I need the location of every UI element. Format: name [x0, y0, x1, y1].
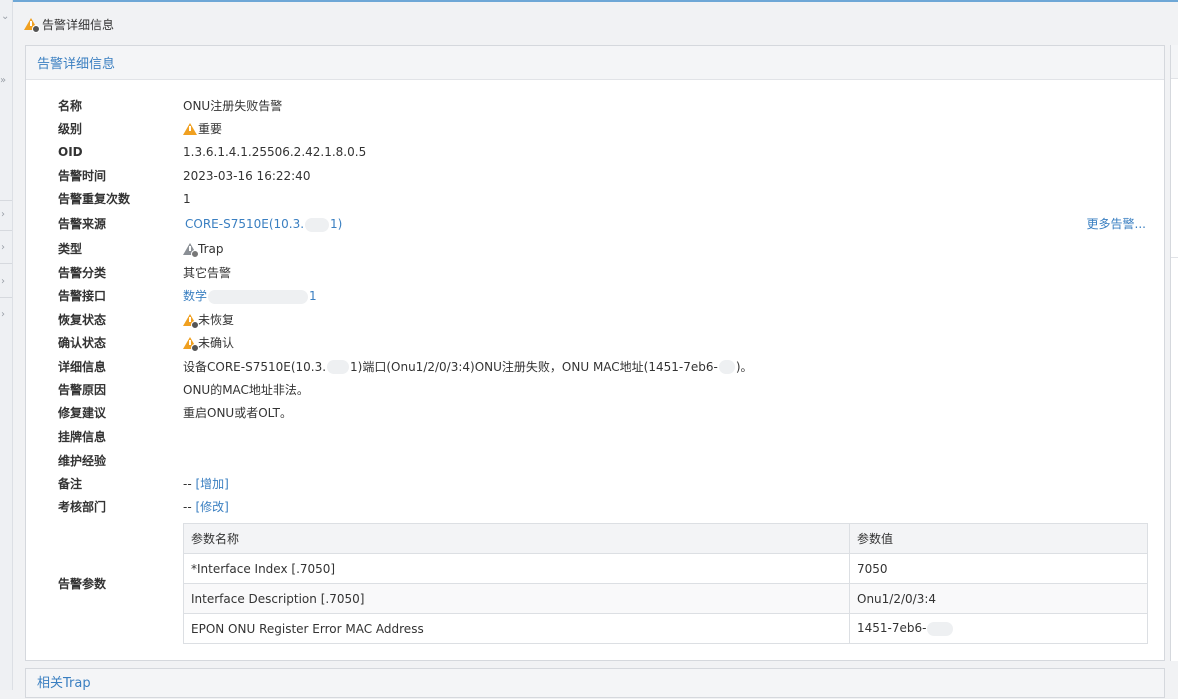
param-name-cell: EPON ONU Register Error MAC Address [183, 613, 850, 644]
chevron-right-icon[interactable]: › [1, 277, 5, 287]
field-alarm-source: 告警来源 CORE-S7510E(10.3. 1) 更多告警... [26, 214, 1166, 234]
add-remark-link[interactable]: [增加] [196, 474, 229, 494]
param-name-header: 参数名称 [183, 523, 850, 554]
field-remark: 备注 -- [增加] [26, 474, 1166, 494]
chevron-right-icon[interactable]: › [1, 310, 5, 320]
field-recovery-status: 恢复状态 未恢复 [58, 313, 235, 329]
field-alarm-time: 告警时间 2023-03-16 16:22:40 [58, 169, 311, 183]
nav-separator [0, 200, 12, 201]
alarm-interface-link[interactable]: 数学 1 [183, 286, 317, 306]
redacted-mask [718, 360, 735, 374]
nav-separator [0, 230, 12, 231]
redacted-mask [927, 621, 954, 636]
warning-icon [183, 122, 197, 136]
field-alarm-reason: 告警原因 ONU的MAC地址非法。 [58, 383, 309, 397]
more-alarms-link[interactable]: 更多告警... [1087, 214, 1146, 234]
field-type: 类型 Trap [58, 242, 224, 258]
table-row: *Interface Index [.7050] 7050 [183, 553, 1148, 584]
top-accent-line [0, 0, 1178, 2]
chevron-right-icon[interactable]: › [1, 210, 5, 220]
trap-icon [183, 242, 199, 258]
field-category: 告警分类 其它告警 [58, 266, 232, 280]
param-name-cell: *Interface Index [.7050] [183, 553, 850, 584]
table-row: EPON ONU Register Error MAC Address 1451… [183, 613, 1148, 644]
chevron-right-icon[interactable]: › [1, 243, 5, 253]
table-header-row: 参数名称 参数值 [183, 523, 1148, 554]
warning-icon [183, 336, 199, 352]
field-maintenance-experience: 维护经验 [58, 454, 107, 468]
param-value-cell: Onu1/2/0/3:4 [849, 583, 1148, 614]
field-detail-info: 详细信息 设备CORE-S7510E(10.3. 1)端口(Onu1/2/0/3:… [58, 360, 753, 374]
panel-title: 告警详细信息 [26, 46, 1164, 80]
page-title: 告警详细信息 [42, 17, 115, 32]
page-header: 告警详细信息 [24, 14, 114, 34]
nav-separator [0, 297, 12, 298]
nav-separator [0, 263, 12, 264]
modify-department-link[interactable]: [修改] [196, 497, 229, 517]
redacted-mask [305, 217, 330, 232]
related-trap-panel-title[interactable]: 相关Trap [25, 668, 1165, 698]
redacted-mask [327, 360, 350, 374]
field-alarm-interface: 告警接口 数学 1 [26, 286, 1166, 306]
alarm-source-link[interactable]: CORE-S7510E(10.3. 1) [185, 214, 342, 234]
param-value-cell: 7050 [849, 553, 1148, 584]
right-side-panel [1170, 45, 1178, 661]
chevron-down-icon[interactable]: ⌄ [1, 12, 9, 22]
field-tag-info: 挂牌信息 [58, 430, 107, 444]
expand-sidebar-icon[interactable]: » [0, 76, 6, 86]
field-name: 名称 ONU注册失败告警 [58, 99, 283, 113]
param-value-header: 参数值 [849, 523, 1148, 554]
table-row: Interface Description [.7050] Onu1/2/0/3… [183, 583, 1148, 614]
left-collapsed-nav[interactable]: ⌄ » › › › › [0, 0, 13, 690]
alarm-params-table: 参数名称 参数值 *Interface Index [.7050] 7050 I… [183, 523, 1148, 644]
field-repeat-count: 告警重复次数 1 [58, 192, 191, 206]
field-assessment-department: 考核部门 -- [修改] [26, 497, 1166, 517]
field-repair-suggestion: 修复建议 重启ONU或者OLT。 [58, 406, 293, 420]
alarm-detail-panel: 告警详细信息 名称 ONU注册失败告警 级别 重要 OID 1.3.6.1.4.… [25, 45, 1165, 661]
warning-icon [24, 17, 40, 33]
warning-icon [183, 313, 199, 329]
field-oid: OID 1.3.6.1.4.1.25506.2.42.1.8.0.5 [58, 145, 367, 159]
redacted-mask [208, 289, 309, 304]
field-level: 级别 重要 [58, 122, 223, 136]
param-value-cell: 1451-7eb6- [849, 613, 1148, 644]
field-confirm-status: 确认状态 未确认 [58, 336, 235, 352]
param-name-cell: Interface Description [.7050] [183, 583, 850, 614]
